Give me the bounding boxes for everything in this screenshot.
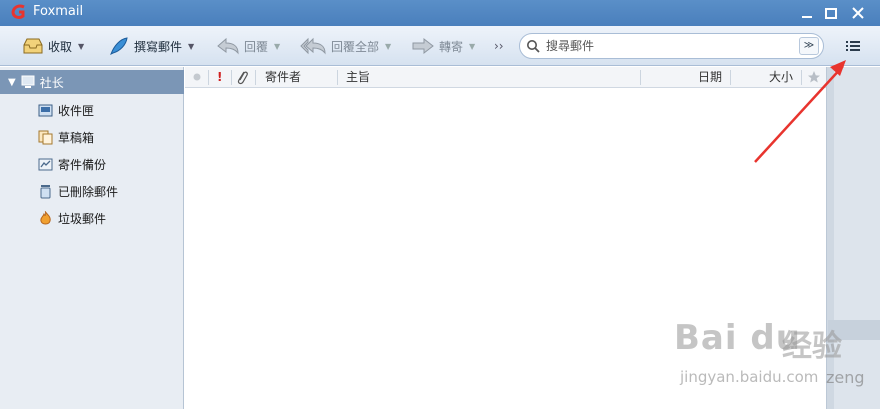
junk-icon — [40, 210, 51, 224]
folder-junk[interactable]: 垃圾郵件 — [38, 208, 106, 228]
attachment-column[interactable] — [235, 67, 249, 88]
view-options-button[interactable] — [842, 36, 864, 56]
message-list-header: ! 寄件者 主旨 日期 大小 — [185, 67, 826, 88]
search-icon — [527, 40, 540, 53]
account-computer-icon — [21, 75, 35, 88]
reply-all-button[interactable]: 回覆全部 ▼ — [299, 34, 391, 58]
folder-drafts[interactable]: 草稿箱 — [38, 127, 94, 147]
read-status-column[interactable] — [193, 67, 203, 88]
maximize-icon — [825, 8, 837, 19]
date-column[interactable]: 日期 — [698, 67, 722, 88]
folder-label: 草稿箱 — [58, 130, 95, 145]
feather-pen-icon — [110, 37, 128, 56]
preview-panel-tab[interactable] — [828, 320, 880, 340]
priority-icon: ! — [217, 70, 223, 84]
close-button[interactable] — [847, 3, 869, 23]
folder-trash[interactable]: 已刪除郵件 — [38, 181, 118, 201]
reply-label: 回覆 — [244, 39, 269, 54]
compose-label: 撰寫郵件 — [134, 39, 183, 54]
reply-all-label: 回覆全部 — [331, 39, 380, 54]
close-icon — [852, 7, 864, 19]
chevron-down-icon[interactable]: ▼ — [385, 42, 391, 51]
compose-button[interactable]: 撰寫郵件 ▼ — [108, 34, 194, 58]
folder-inbox[interactable]: 收件匣 — [38, 100, 94, 120]
search-box: ≫ — [519, 33, 824, 59]
forward-arrow-icon — [412, 37, 434, 55]
more-tools-button[interactable]: ›› — [494, 34, 504, 58]
chevron-down-icon[interactable]: ▼ — [274, 42, 280, 51]
search-input[interactable] — [546, 36, 786, 56]
panel-splitter[interactable] — [826, 67, 834, 409]
size-column[interactable]: 大小 — [769, 67, 793, 88]
double-chevron-down-icon: ≫ — [803, 40, 815, 51]
star-icon — [808, 71, 820, 83]
search-options-button[interactable]: ≫ — [799, 37, 819, 55]
account-row[interactable]: ▼ 社长 — [0, 70, 184, 94]
reply-all-arrow-icon — [300, 37, 326, 55]
folder-label: 收件匣 — [58, 103, 95, 118]
title-bar: Foxmail — [0, 0, 880, 26]
window-title: Foxmail — [33, 4, 84, 19]
account-name: 社长 — [39, 75, 64, 90]
receive-label: 收取 — [48, 39, 73, 54]
trash-icon — [40, 184, 51, 198]
folder-label: 寄件備份 — [58, 157, 107, 172]
drafts-icon — [38, 130, 53, 144]
subject-column[interactable]: 主旨 — [346, 67, 370, 88]
paperclip-icon — [237, 71, 248, 85]
forward-button[interactable]: 轉寄 ▼ — [411, 34, 475, 58]
toolbar: 收取 ▼ 撰寫郵件 ▼ 回覆 ▼ 回覆全部 ▼ 轉寄 ▼ ›› 搜尋郵件 ≫ — [0, 26, 880, 66]
preview-panel-strip — [826, 67, 880, 409]
folder-sidebar: ▼ 社长 收件匣 草稿箱 寄件備份 已刪除郵件 垃圾郵件 — [0, 67, 184, 409]
foxmail-logo-icon — [11, 4, 25, 19]
minimize-button[interactable] — [796, 3, 818, 23]
reply-button[interactable]: 回覆 ▼ — [216, 34, 280, 58]
inbox-icon — [38, 104, 53, 116]
receive-button[interactable]: 收取 ▼ — [22, 34, 84, 58]
message-list[interactable] — [185, 88, 826, 409]
folder-sent[interactable]: 寄件備份 — [38, 154, 106, 174]
chevron-down-icon[interactable]: ▼ — [78, 42, 84, 51]
list-menu-icon — [846, 41, 860, 51]
sender-column[interactable]: 寄件者 — [265, 67, 301, 88]
reply-arrow-icon — [217, 37, 239, 55]
folder-label: 垃圾郵件 — [58, 211, 107, 226]
collapse-triangle-icon[interactable]: ▼ — [8, 77, 16, 88]
chevron-down-icon[interactable]: ▼ — [188, 42, 194, 51]
minimize-icon — [802, 16, 812, 18]
dot-icon — [193, 73, 201, 81]
more-tools-label: ›› — [494, 39, 504, 53]
chevron-down-icon[interactable]: ▼ — [469, 42, 475, 51]
forward-label: 轉寄 — [439, 39, 464, 54]
sent-icon — [38, 158, 53, 170]
maximize-button[interactable] — [820, 3, 842, 23]
priority-column[interactable]: ! — [217, 67, 222, 88]
folder-label: 已刪除郵件 — [58, 184, 119, 199]
flag-column[interactable] — [807, 67, 821, 88]
inbox-tray-icon — [23, 38, 43, 54]
